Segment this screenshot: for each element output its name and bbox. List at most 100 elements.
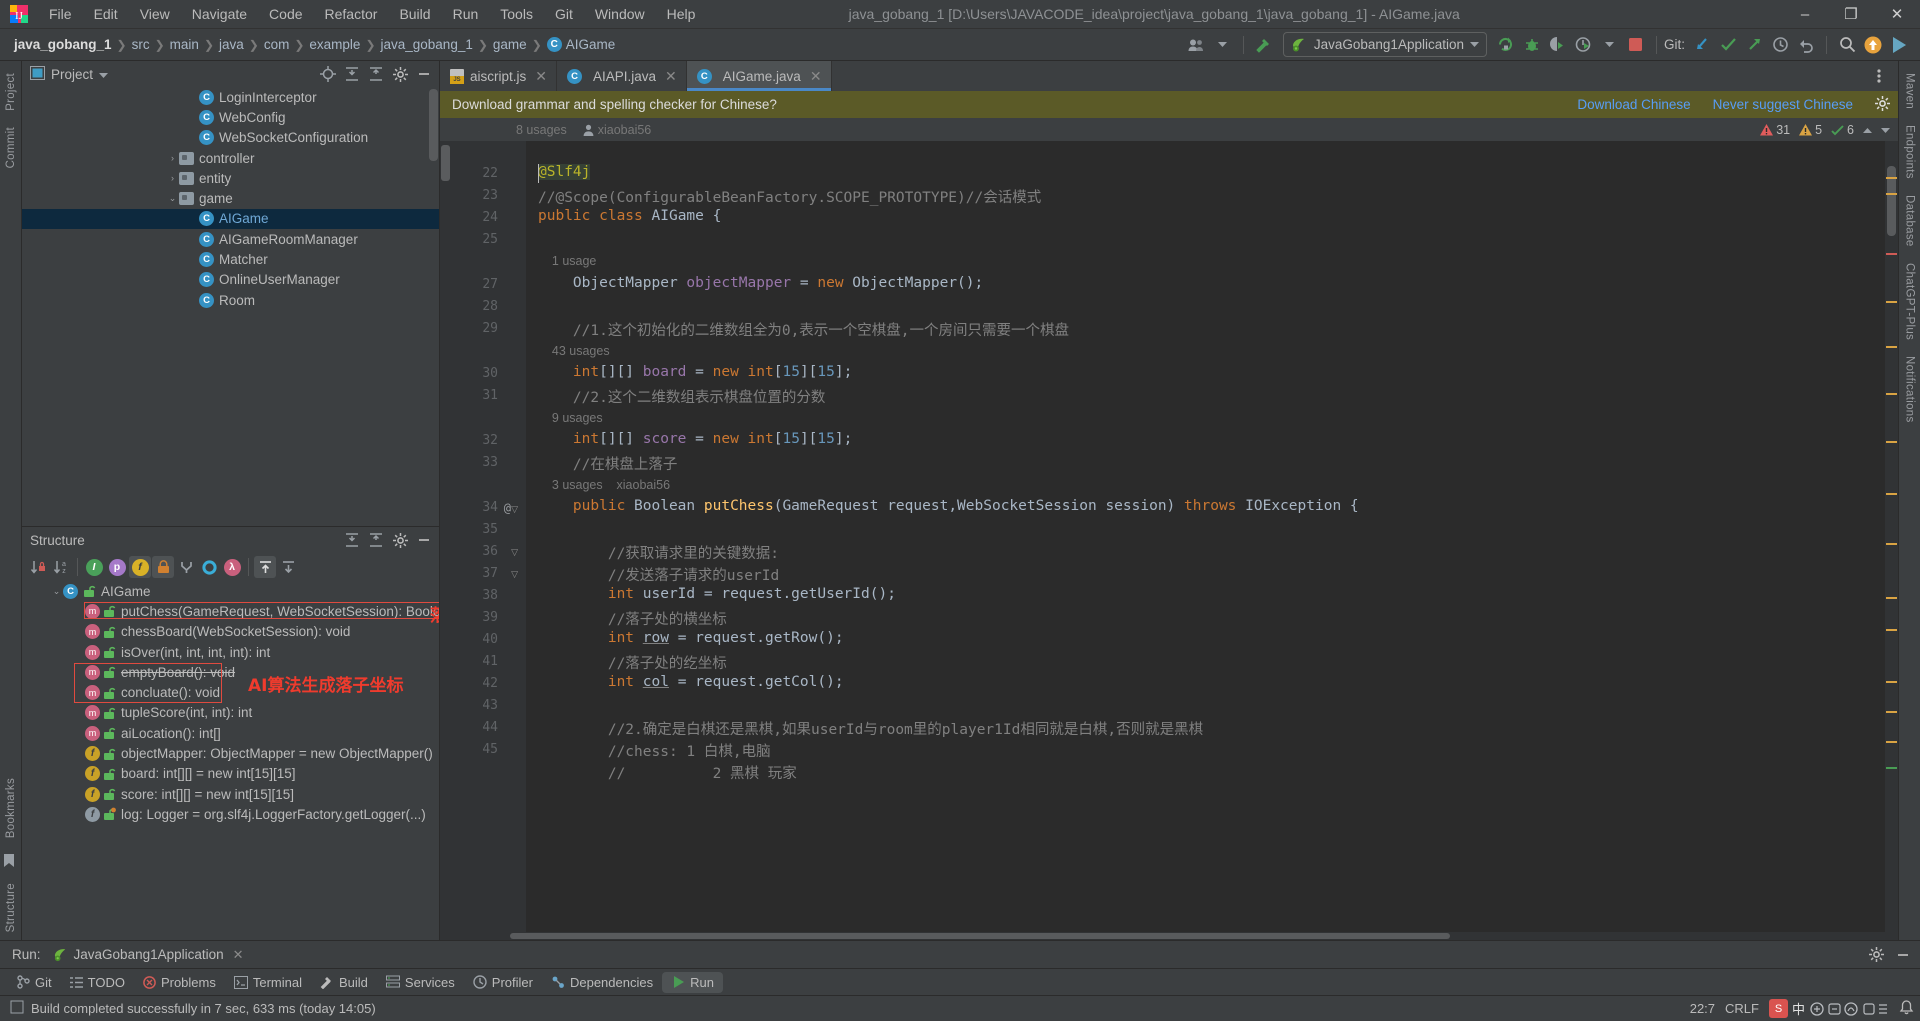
download-chinese-link[interactable]: Download Chinese <box>1577 97 1690 112</box>
structure-item-isover[interactable]: m isOver(int, int, int, int): int <box>22 642 439 662</box>
tool-window-git[interactable]: Git <box>8 972 61 993</box>
tool-window-profiler[interactable]: Profiler <box>464 972 542 993</box>
collapse-all-icon[interactable] <box>365 63 387 85</box>
sidebar-item-notifications[interactable]: Notifications <box>1904 348 1916 431</box>
minimize-button[interactable]: – <box>1782 0 1828 29</box>
tree-item[interactable]: C Room <box>22 290 439 310</box>
close-icon[interactable]: ✕ <box>535 68 547 85</box>
typo-badge[interactable]: 6 <box>1831 123 1854 137</box>
warning-marker[interactable] <box>1886 741 1897 743</box>
warning-marker[interactable] <box>1886 493 1897 495</box>
show-fields-icon[interactable]: f <box>129 556 151 578</box>
warning-marker[interactable] <box>1886 393 1897 395</box>
push-icon[interactable] <box>1741 33 1767 57</box>
warning-marker[interactable] <box>1886 193 1897 195</box>
maximize-button[interactable]: ❐ <box>1828 0 1874 29</box>
menu-file[interactable]: File <box>38 3 83 25</box>
tab-aigame-java[interactable]: C AIGame.java ✕ <box>686 61 832 91</box>
structure-item-board[interactable]: f board: int[][] = new int[15][15] <box>22 764 439 784</box>
horizontal-scrollbar-thumb[interactable] <box>510 933 1450 939</box>
structure-item-tuplescore[interactable]: m tupleScore(int, int): int <box>22 703 439 723</box>
show-non-public-icon[interactable] <box>152 556 174 578</box>
breadcrumb-game[interactable]: game <box>493 37 527 52</box>
run-configuration-selector[interactable]: JavaGobang1Application <box>1282 32 1487 57</box>
chevron-up-icon[interactable] <box>1863 123 1872 137</box>
chevron-down-icon[interactable] <box>99 67 109 82</box>
ime-toolbar-icons[interactable] <box>1809 1001 1889 1017</box>
run-panel-tab[interactable]: JavaGobang1Application ✕ <box>53 947 244 963</box>
structure-tree[interactable]: ⌄ C AIGame m putChess(GameRequest, WebSo… <box>22 581 439 940</box>
tree-item[interactable]: C WebSocketConfiguration <box>22 128 439 148</box>
stop-button[interactable] <box>1623 33 1649 57</box>
menu-code[interactable]: Code <box>258 3 313 25</box>
group-icon[interactable] <box>175 556 197 578</box>
structure-item-class[interactable]: ⌄ C AIGame <box>22 581 439 601</box>
hide-panel-icon[interactable] <box>413 529 435 551</box>
warning-marker[interactable] <box>1886 711 1897 713</box>
structure-item-putchess[interactable]: m putChess(GameRequest, WebSocketSession… <box>22 601 439 621</box>
tree-item[interactable]: C LoginInterceptor <box>22 87 439 107</box>
sort-by-visibility-icon[interactable] <box>27 556 49 578</box>
menu-run[interactable]: Run <box>442 3 490 25</box>
ide-feature-icon[interactable] <box>1886 33 1912 57</box>
run-with-coverage-icon[interactable] <box>1545 33 1571 57</box>
code-text[interactable]: @Slf4j //@Scope(ConfigurableBeanFactory.… <box>526 141 1884 932</box>
hide-panel-icon[interactable] <box>1892 944 1914 966</box>
breadcrumb[interactable]: java_gobang_1 ❯ src ❯ main ❯ java ❯ com … <box>14 37 615 52</box>
warning-marker[interactable] <box>1886 681 1897 683</box>
tab-aiscript-js[interactable]: aiscript.js ✕ <box>440 61 557 91</box>
fold-icon[interactable]: ▽ <box>511 547 518 558</box>
expand-all-icon[interactable] <box>254 556 276 578</box>
locate-file-icon[interactable] <box>317 63 339 85</box>
tree-item[interactable]: C AIGameRoomManager <box>22 229 439 249</box>
project-tree[interactable]: C LoginInterceptor C WebConfig C WebSock… <box>22 87 439 526</box>
tree-item[interactable]: C WebConfig <box>22 107 439 127</box>
usage-hint[interactable]: 1 usage <box>538 254 596 268</box>
breadcrumb-java[interactable]: java <box>219 37 244 52</box>
ok-marker[interactable] <box>1886 767 1897 769</box>
structure-item-chessboard[interactable]: m chessBoard(WebSocketSession): void <box>22 622 439 642</box>
collapse-all-icon[interactable] <box>365 529 387 551</box>
ime-language[interactable]: 中 <box>1792 999 1805 1018</box>
show-lambdas-icon[interactable]: λ <box>221 556 243 578</box>
menu-tools[interactable]: Tools <box>489 3 544 25</box>
sidebar-item-maven[interactable]: Maven <box>1904 65 1916 117</box>
project-tree-scrollbar[interactable] <box>429 89 438 161</box>
sidebar-item-database[interactable]: Database <box>1904 187 1916 255</box>
menu-edit[interactable]: Edit <box>83 3 129 25</box>
chevron-right-icon[interactable]: › <box>166 173 179 183</box>
warning-marker[interactable] <box>1886 301 1897 303</box>
tool-window-services[interactable]: Services <box>377 972 464 993</box>
menu-refactor[interactable]: Refactor <box>314 3 389 25</box>
chevron-down-icon[interactable]: ⌄ <box>50 586 63 597</box>
chevron-right-icon[interactable]: › <box>166 153 179 163</box>
menu-git[interactable]: Git <box>544 3 584 25</box>
structure-item-objectmapper[interactable]: f objectMapper: ObjectMapper = new Objec… <box>22 743 439 763</box>
tool-window-dependencies[interactable]: Dependencies <box>542 972 662 993</box>
show-inherited-icon[interactable]: I <box>83 556 105 578</box>
tree-item[interactable]: C OnlineUserManager <box>22 270 439 290</box>
error-marker[interactable] <box>1886 253 1897 255</box>
sidebar-item-bookmarks[interactable]: Bookmarks <box>5 770 17 846</box>
tree-item-aigame[interactable]: C AIGame <box>22 208 439 230</box>
update-project-icon[interactable] <box>1689 33 1715 57</box>
close-icon[interactable]: ✕ <box>665 68 677 85</box>
structure-item-score[interactable]: f score: int[][] = new int[15][15] <box>22 784 439 804</box>
hammer-icon[interactable] <box>1251 33 1277 57</box>
upload-icon[interactable] <box>1860 33 1886 57</box>
tree-item-entity[interactable]: › entity <box>22 168 439 188</box>
usages-count-top[interactable]: 8 usages <box>516 123 567 137</box>
menu-build[interactable]: Build <box>388 3 441 25</box>
line-separator[interactable]: CRLF <box>1725 1001 1759 1016</box>
usage-hint-with-author[interactable]: 3 usages xiaobai56 <box>538 478 670 492</box>
inspection-widget[interactable]: 31 5 6 <box>1760 123 1898 137</box>
line-number-gutter[interactable]: 22 23 24 25 27 28 29 30 31 32 33 34 @ ▽ <box>452 141 526 932</box>
tree-item-controller[interactable]: › controller <box>22 148 439 168</box>
sidebar-item-commit[interactable]: Commit <box>5 119 17 176</box>
breadcrumb-src[interactable]: src <box>132 37 150 52</box>
sidebar-item-project[interactable]: Project <box>5 65 17 119</box>
warning-marker[interactable] <box>1886 543 1897 545</box>
tree-item[interactable]: C Matcher <box>22 249 439 269</box>
user-group-icon[interactable] <box>1184 33 1210 57</box>
show-interfaces-icon[interactable] <box>198 556 220 578</box>
